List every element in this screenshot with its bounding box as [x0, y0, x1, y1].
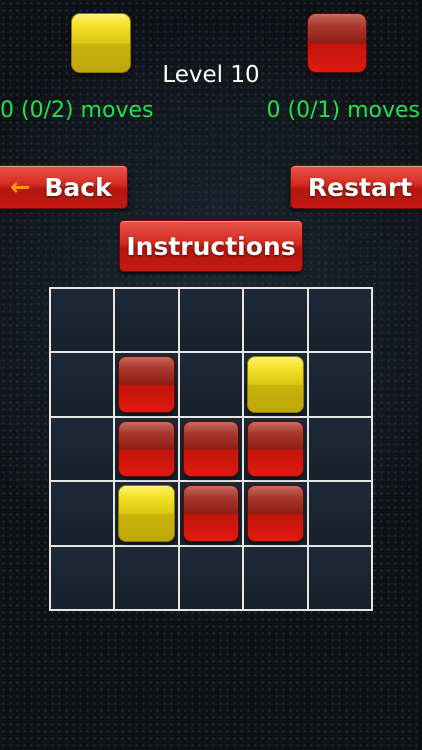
- restart-button[interactable]: Restart: [290, 165, 422, 209]
- board-cell-1-2[interactable]: [178, 352, 244, 417]
- board-cell-3-3[interactable]: [243, 481, 308, 546]
- board-cell-4-1[interactable]: [114, 545, 179, 610]
- board-cell-1-1[interactable]: [114, 352, 179, 417]
- board-cell-4-2[interactable]: [178, 545, 244, 610]
- board-cell-0-0[interactable]: [50, 288, 115, 353]
- board-cell-2-1[interactable]: [114, 416, 179, 482]
- red-tile[interactable]: [247, 420, 304, 478]
- player2-moves: 0 (0/1) moves: [266, 98, 420, 123]
- board-cell-3-4[interactable]: [307, 481, 372, 546]
- board-cell-0-2[interactable]: [178, 288, 244, 353]
- red-tile[interactable]: [118, 420, 175, 478]
- red-tile[interactable]: [247, 485, 304, 542]
- board-cell-4-0[interactable]: [50, 545, 115, 610]
- level-title: Level 10: [162, 62, 260, 88]
- red-tile[interactable]: [182, 485, 240, 542]
- back-button[interactable]: ← Back: [0, 165, 128, 209]
- board-cell-1-3[interactable]: [243, 352, 308, 417]
- yellow-tile[interactable]: [247, 356, 304, 413]
- board-cell-4-4[interactable]: [307, 545, 372, 610]
- board-cell-3-1[interactable]: [114, 481, 179, 546]
- board-cell-2-2[interactable]: [178, 416, 244, 482]
- red-tile[interactable]: [182, 420, 240, 478]
- board-cell-0-3[interactable]: [243, 288, 308, 353]
- board-cell-2-0[interactable]: [50, 416, 115, 482]
- yellow-tile[interactable]: [118, 485, 175, 542]
- board-cell-0-4[interactable]: [307, 288, 372, 353]
- board-cell-1-0[interactable]: [50, 352, 115, 417]
- board-cell-2-4[interactable]: [307, 416, 372, 482]
- board-cell-1-4[interactable]: [307, 352, 372, 417]
- red-tile[interactable]: [118, 356, 175, 413]
- game-board: [49, 287, 373, 611]
- restart-button-label: Restart: [307, 172, 413, 202]
- back-button-label: Back: [44, 172, 112, 202]
- instructions-button-label: Instructions: [126, 231, 296, 261]
- board-cell-0-1[interactable]: [114, 288, 179, 353]
- board-cell-3-0[interactable]: [50, 481, 115, 546]
- board-cell-2-3[interactable]: [243, 416, 308, 482]
- board-cell-3-2[interactable]: [178, 481, 244, 546]
- back-arrow-icon: ←: [10, 173, 31, 201]
- player1-moves: 0 (0/2) moves: [0, 98, 154, 123]
- board-cell-4-3[interactable]: [243, 545, 308, 610]
